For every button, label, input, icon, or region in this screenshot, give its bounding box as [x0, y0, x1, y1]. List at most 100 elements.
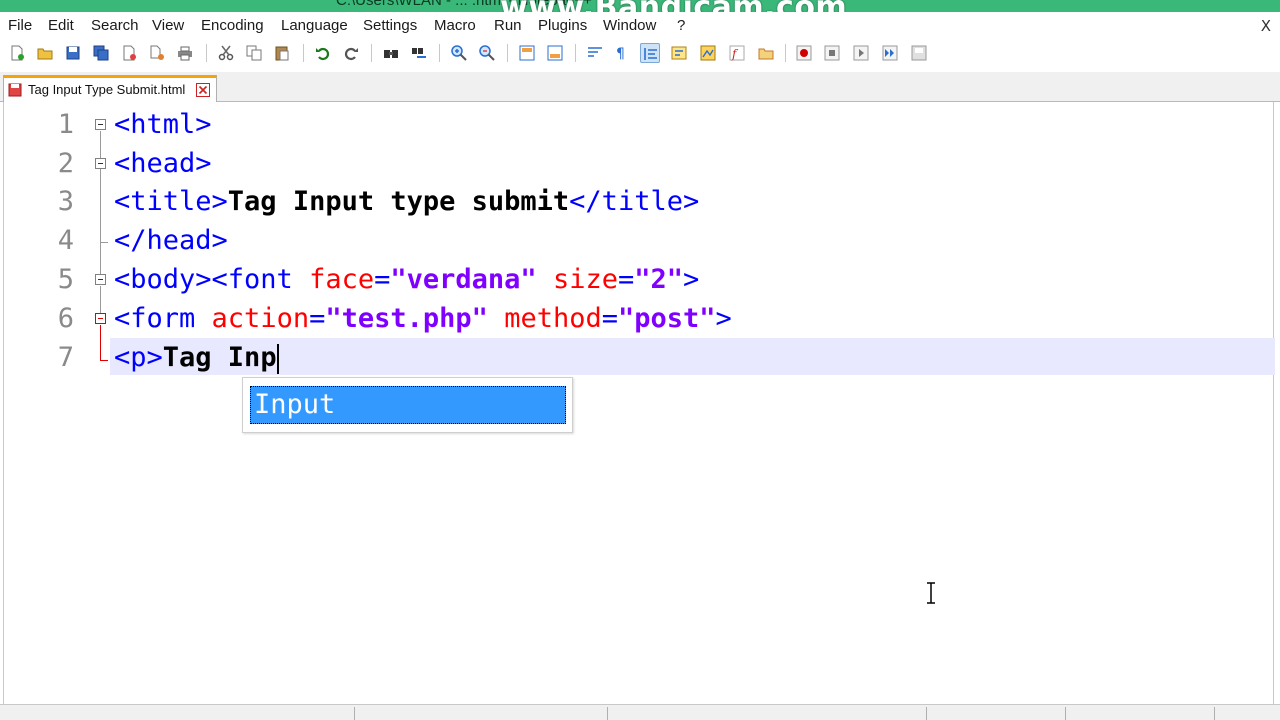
find-icon[interactable]: [381, 43, 401, 63]
menu-macro[interactable]: Macro: [434, 17, 476, 34]
stop-record-icon[interactable]: [822, 43, 842, 63]
code-token: >: [715, 303, 732, 334]
user-language-icon[interactable]: [669, 43, 689, 63]
code-token: =: [374, 264, 391, 295]
text-caret: [276, 343, 279, 374]
undo-icon[interactable]: [313, 43, 333, 63]
save-macro-icon[interactable]: [909, 43, 929, 63]
menu-file[interactable]: File: [8, 17, 32, 34]
fold-toggle-form[interactable]: [95, 313, 106, 324]
code-token: <title>: [114, 186, 228, 217]
status-separator: [926, 707, 927, 720]
save-icon[interactable]: [63, 43, 83, 63]
close-all-icon[interactable]: [147, 43, 167, 63]
toolbar-separator: [206, 44, 207, 62]
status-bar: [0, 704, 1280, 720]
fold-toggle-html[interactable]: [95, 119, 106, 130]
menu-help[interactable]: ?: [677, 17, 685, 34]
toolbar: ¶ f: [0, 40, 1280, 68]
fold-toggle-head[interactable]: [95, 158, 106, 169]
autocomplete-item[interactable]: Input: [250, 386, 566, 424]
fold-guide: [100, 131, 101, 279]
tab-label: Tag Input Type Submit.html: [28, 82, 186, 97]
menu-edit[interactable]: Edit: [48, 17, 74, 34]
zoom-in-icon[interactable]: [449, 43, 469, 63]
line-number: 4: [57, 225, 74, 256]
tab-tag-input-type-submit[interactable]: Tag Input Type Submit.html: [3, 75, 217, 102]
menu-plugins[interactable]: Plugins: [538, 17, 587, 34]
word-wrap-icon[interactable]: [585, 43, 605, 63]
code-token: "post": [618, 303, 716, 334]
close-icon[interactable]: [119, 43, 139, 63]
code-line: <p>Tag Inp: [114, 338, 279, 377]
code-token: </title>: [569, 186, 700, 217]
code-token: <p>: [114, 342, 163, 373]
menu-run[interactable]: Run: [494, 17, 522, 34]
code-line: </head>: [114, 221, 228, 260]
fold-end-form: [100, 360, 108, 361]
paste-icon[interactable]: [272, 43, 292, 63]
toolbar-separator: [303, 44, 304, 62]
line-number: 1: [57, 109, 74, 140]
close-document-icon[interactable]: X: [1261, 17, 1271, 35]
code-token: =: [309, 303, 326, 334]
line-number: 6: [57, 303, 74, 334]
fold-margin: [90, 102, 110, 704]
code-token: "2": [634, 264, 684, 295]
code-line: <html>: [114, 105, 212, 144]
function-list-icon[interactable]: f: [727, 43, 747, 63]
code-token: <form: [114, 303, 212, 334]
unsaved-file-icon: [8, 83, 22, 97]
toolbar-separator: [439, 44, 440, 62]
code-token: >: [683, 264, 700, 295]
doc-map-icon[interactable]: [698, 43, 718, 63]
code-token: =: [617, 264, 635, 295]
menu-language[interactable]: Language: [281, 17, 348, 34]
code-line: <title>Tag Input type submit</title>: [114, 182, 699, 221]
code-editor[interactable]: 1 2 3 4 5 6 7 <html> <head> <title>Tag I…: [3, 102, 1275, 704]
code-token: <head>: [114, 148, 212, 179]
new-file-icon[interactable]: [7, 43, 27, 63]
line-number-gutter: 1 2 3 4 5 6 7: [4, 102, 90, 704]
menu-bar: File Edit Search View Encoding Language …: [0, 12, 1280, 40]
status-separator: [607, 707, 608, 720]
record-macro-icon[interactable]: [794, 43, 814, 63]
cut-icon[interactable]: [216, 43, 236, 63]
code-line: <head>: [114, 144, 212, 183]
menu-settings[interactable]: Settings: [363, 17, 417, 34]
copy-icon[interactable]: [244, 43, 264, 63]
code-token: size: [552, 264, 618, 295]
code-token: =: [601, 303, 618, 334]
folder-workspace-icon[interactable]: [756, 43, 776, 63]
playback-macro-icon[interactable]: [851, 43, 871, 63]
fold-toggle-body[interactable]: [95, 274, 106, 285]
indent-guide-icon[interactable]: [640, 43, 660, 63]
sync-horizontal-icon[interactable]: [545, 43, 565, 63]
code-token: method: [504, 303, 602, 334]
menu-window[interactable]: Window: [603, 17, 656, 34]
menu-search[interactable]: Search: [91, 17, 139, 34]
menu-encoding[interactable]: Encoding: [201, 17, 264, 34]
fold-guide: [100, 286, 101, 314]
line-number: 3: [57, 186, 74, 217]
redo-icon[interactable]: [341, 43, 361, 63]
toolbar-separator: [785, 44, 786, 62]
svg-text:¶: ¶: [616, 46, 625, 61]
toolbar-separator: [371, 44, 372, 62]
code-token: "test.php": [325, 303, 488, 334]
code-line: <form action="test.php" method="post">: [114, 299, 732, 338]
print-icon[interactable]: [175, 43, 195, 63]
sync-vertical-icon[interactable]: [517, 43, 537, 63]
fold-guide-active: [100, 325, 101, 360]
menu-view[interactable]: View: [152, 17, 184, 34]
save-all-icon[interactable]: [91, 43, 111, 63]
text-cursor-icon: [927, 582, 935, 604]
code-token: </head>: [114, 225, 228, 256]
replace-icon[interactable]: [409, 43, 429, 63]
open-file-icon[interactable]: [35, 43, 55, 63]
show-all-characters-icon[interactable]: ¶: [611, 43, 631, 63]
zoom-out-icon[interactable]: [477, 43, 497, 63]
tab-close-icon[interactable]: [196, 83, 210, 97]
run-macro-multiple-icon[interactable]: [880, 43, 900, 63]
